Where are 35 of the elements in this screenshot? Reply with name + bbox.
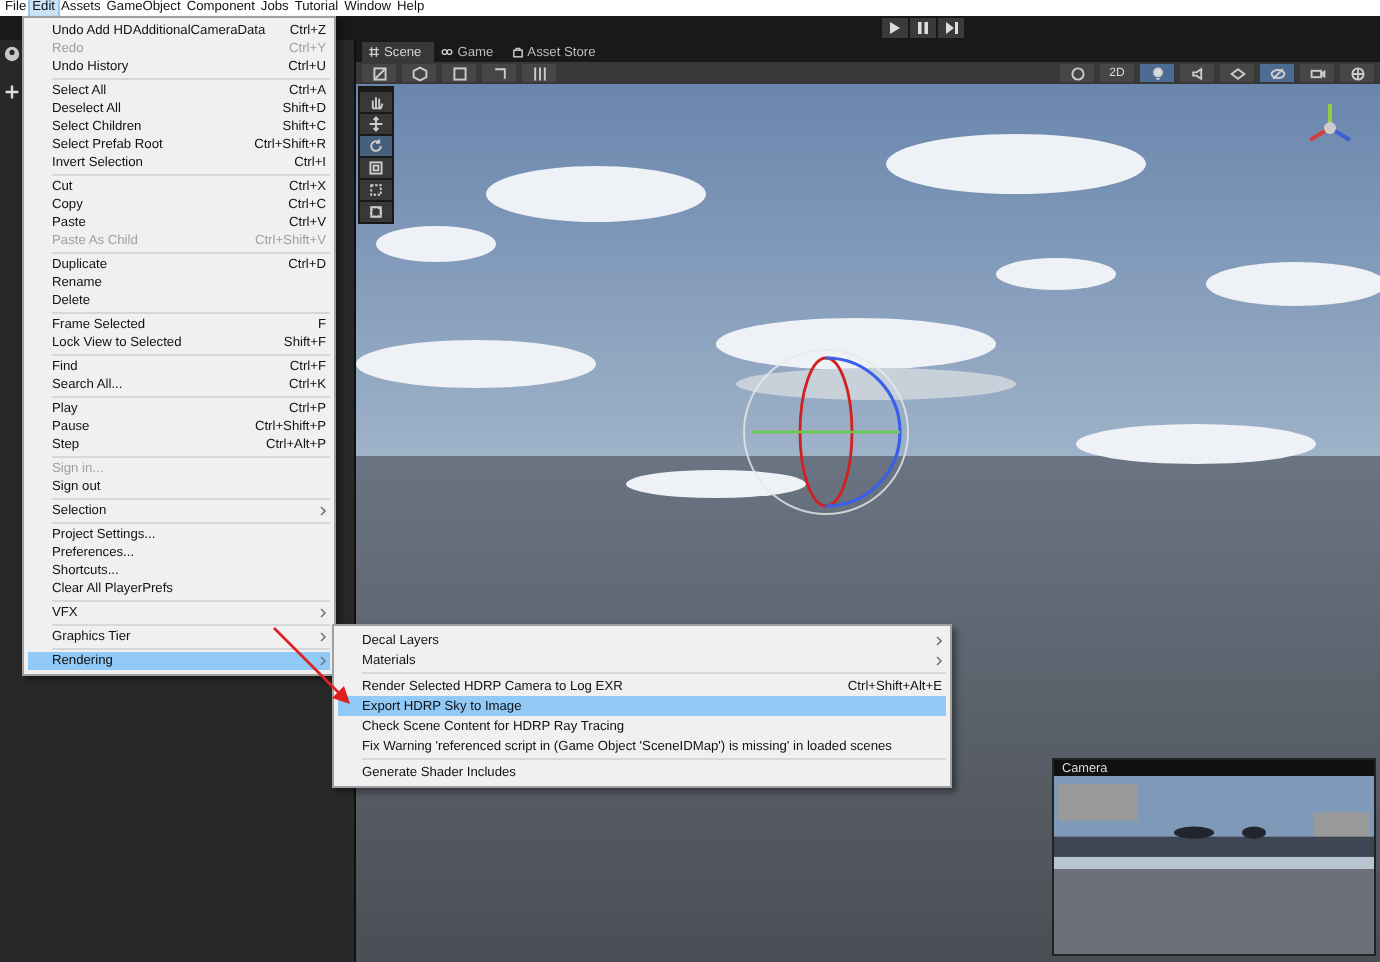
- render-button[interactable]: [402, 64, 436, 82]
- snap-icon: [491, 65, 507, 81]
- gamepad-icon: [439, 46, 454, 58]
- camera-button[interactable]: [1300, 64, 1334, 82]
- circle-icon: [1069, 65, 1085, 81]
- globe-icon: [1349, 65, 1365, 81]
- gizmo-toggle-button[interactable]: [442, 64, 476, 82]
- fx-button[interactable]: [1220, 64, 1254, 82]
- speaker-icon: [1189, 65, 1205, 81]
- grid-icon: [368, 46, 380, 58]
- layers-icon: [1229, 65, 1245, 81]
- play-button[interactable]: [882, 18, 908, 38]
- bag-icon: [511, 46, 524, 58]
- pause-icon: [918, 22, 928, 34]
- grid-toggle-icon: [451, 65, 467, 81]
- scene-grid-button[interactable]: [522, 64, 556, 82]
- lighting-button[interactable]: [1140, 64, 1174, 82]
- visibility-button[interactable]: [1260, 64, 1294, 82]
- eye-slash-icon: [1269, 65, 1285, 81]
- bulb-icon: [1149, 65, 1165, 81]
- add-icon[interactable]: [4, 84, 20, 100]
- draw-mode-button[interactable]: [362, 64, 396, 82]
- step-button[interactable]: [938, 18, 964, 38]
- gizmos-button[interactable]: [1340, 64, 1374, 82]
- account-icon[interactable]: [4, 46, 20, 62]
- camera-icon: [1309, 65, 1325, 81]
- pause-button[interactable]: [910, 18, 936, 38]
- audio-button[interactable]: [1180, 64, 1214, 82]
- play-icon: [890, 22, 900, 34]
- cube-icon: [411, 65, 427, 81]
- effects-button[interactable]: [1060, 64, 1094, 82]
- lines-icon: [531, 65, 547, 81]
- shading-icon: [371, 65, 387, 81]
- step-icon: [945, 22, 957, 34]
- snap-button[interactable]: [482, 64, 516, 82]
